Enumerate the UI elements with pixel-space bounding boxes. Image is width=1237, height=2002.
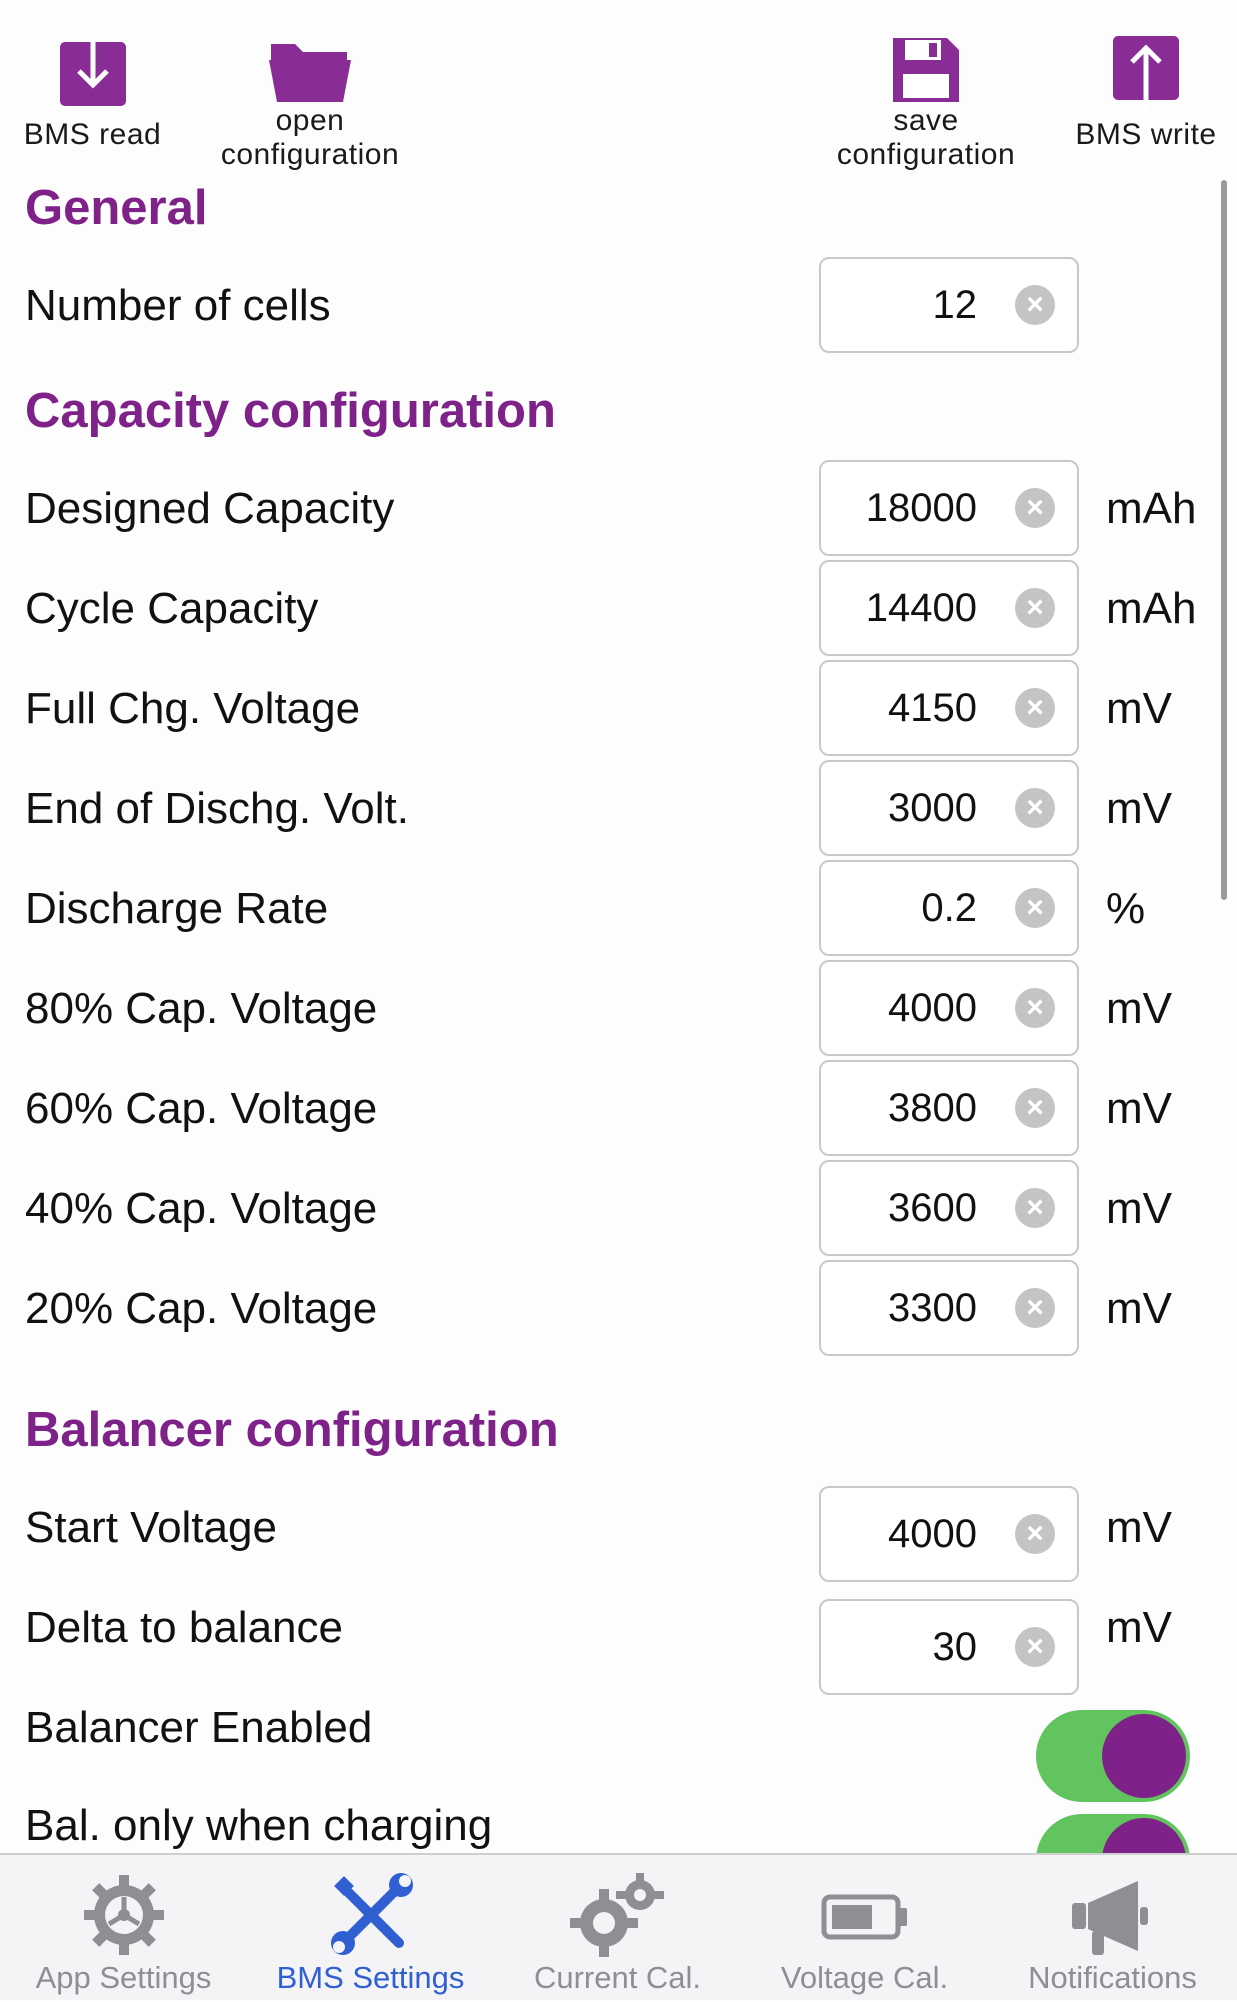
clear-icon[interactable]: × — [1015, 588, 1055, 628]
folder-icon — [269, 44, 351, 102]
clear-icon[interactable]: × — [1015, 1188, 1055, 1228]
tab-current-cal[interactable]: Current Cal. — [494, 1855, 741, 2002]
row-label-start-voltage: Start Voltage — [25, 1503, 277, 1552]
unit-label: mAh — [1106, 584, 1197, 633]
bms-write-button[interactable]: BMS write — [1066, 34, 1226, 152]
clear-icon[interactable]: × — [1015, 285, 1055, 325]
field-value: 4000 — [888, 1512, 977, 1556]
tab-label: Voltage Cal. — [780, 1960, 949, 1995]
field-value: 12 — [932, 283, 978, 327]
field-value: 3300 — [888, 1286, 977, 1330]
tab-bar: App Settings BMS Settings Current Cal. V… — [0, 1853, 1237, 2000]
row-label-60-cap-voltage: 60% Cap. Voltage — [25, 1084, 378, 1133]
field-value: 3800 — [888, 1086, 977, 1130]
tab-notifications[interactable]: Notifications — [988, 1855, 1237, 2002]
clear-icon[interactable]: × — [1015, 988, 1055, 1028]
clear-icon[interactable]: × — [1015, 1288, 1055, 1328]
cap-60-voltage-field[interactable]: 3800 × — [819, 1060, 1079, 1156]
discharge-rate-field[interactable]: 0.2 × — [819, 860, 1079, 956]
wrench-screwdriver-icon — [330, 1873, 413, 1955]
balancer-enabled-toggle[interactable] — [1036, 1710, 1190, 1802]
field-value: 30 — [932, 1625, 978, 1669]
row-label-delta-to-balance: Delta to balance — [25, 1603, 343, 1652]
section-title-balancer: Balancer configuration — [25, 1403, 559, 1457]
field-value: 0.2 — [921, 886, 977, 930]
cap-40-voltage-field[interactable]: 3600 × — [819, 1160, 1079, 1256]
tab-voltage-cal[interactable]: Voltage Cal. — [741, 1855, 988, 2002]
clear-icon[interactable]: × — [1015, 1088, 1055, 1128]
row-label-cycle-capacity: Cycle Capacity — [25, 584, 319, 633]
row-label-designed-capacity: Designed Capacity — [25, 484, 395, 533]
unit-label: mV — [1106, 1503, 1172, 1552]
unit-label: mV — [1106, 1084, 1172, 1133]
megaphone-icon — [1071, 1881, 1148, 1955]
cap-20-voltage-field[interactable]: 3300 × — [819, 1260, 1079, 1356]
unit-label: mV — [1106, 1184, 1172, 1233]
toggle-knob — [1102, 1714, 1186, 1798]
section-title-general: General — [25, 181, 208, 235]
row-label-20-cap-voltage: 20% Cap. Voltage — [25, 1284, 378, 1333]
unit-label: % — [1106, 884, 1146, 933]
row-label-80-cap-voltage: 80% Cap. Voltage — [25, 984, 378, 1033]
clear-icon[interactable]: × — [1015, 488, 1055, 528]
tab-label: BMS Settings — [276, 1960, 465, 1995]
cycle-capacity-field[interactable]: 14400 × — [819, 560, 1079, 656]
start-voltage-field[interactable]: 4000 × — [819, 1486, 1079, 1582]
floppy-disk-icon — [893, 38, 959, 102]
upload-icon — [1113, 36, 1179, 114]
field-value: 3600 — [888, 1186, 977, 1230]
end-of-dischg-volt-field[interactable]: 3000 × — [819, 760, 1079, 856]
unit-label: mAh — [1106, 484, 1197, 533]
number-of-cells-field[interactable]: 12 × — [819, 257, 1079, 353]
field-value: 3000 — [888, 786, 977, 830]
save-configuration-button[interactable]: save configuration — [816, 34, 1036, 172]
toolbar: BMS read open configuration save configu… — [0, 0, 1237, 180]
clear-icon[interactable]: × — [1015, 688, 1055, 728]
row-label-balancer-enabled: Balancer Enabled — [25, 1703, 373, 1752]
clear-icon[interactable]: × — [1015, 1627, 1055, 1667]
row-label-number-of-cells: Number of cells — [25, 281, 331, 330]
open-configuration-button[interactable]: open configuration — [200, 34, 420, 172]
tab-app-settings[interactable]: App Settings — [0, 1855, 247, 2002]
unit-label: mV — [1106, 984, 1172, 1033]
gears-icon — [569, 1873, 664, 1957]
field-value: 18000 — [865, 486, 977, 530]
battery-icon — [821, 1894, 907, 1940]
unit-label: mV — [1106, 1284, 1172, 1333]
open-configuration-label: open configuration — [220, 104, 400, 171]
clear-icon[interactable]: × — [1015, 788, 1055, 828]
bms-write-label: BMS write — [1075, 118, 1217, 151]
delta-to-balance-field[interactable]: 30 × — [819, 1599, 1079, 1695]
row-label-discharge-rate: Discharge Rate — [25, 884, 329, 933]
full-chg-voltage-field[interactable]: 4150 × — [819, 660, 1079, 756]
bms-read-label: BMS read — [23, 118, 162, 151]
row-label-full-chg-voltage: Full Chg. Voltage — [25, 684, 361, 733]
designed-capacity-field[interactable]: 18000 × — [819, 460, 1079, 556]
bms-read-button[interactable]: BMS read — [15, 34, 170, 152]
tab-bms-settings[interactable]: BMS Settings — [247, 1855, 494, 2002]
tab-label: Notifications — [1028, 1960, 1197, 1995]
tab-label: App Settings — [35, 1960, 212, 1995]
download-icon — [59, 34, 126, 106]
unit-label: mV — [1106, 1603, 1172, 1652]
clear-icon[interactable]: × — [1015, 888, 1055, 928]
row-label-end-of-dischg-volt: End of Dischg. Volt. — [25, 784, 409, 833]
field-value: 4000 — [888, 986, 977, 1030]
cap-80-voltage-field[interactable]: 4000 × — [819, 960, 1079, 1056]
row-label-bal-only-when-charging: Bal. only when charging — [25, 1801, 493, 1850]
field-value: 14400 — [865, 586, 977, 630]
unit-label: mV — [1106, 684, 1172, 733]
gear-icon — [83, 1875, 164, 1955]
save-configuration-label: save configuration — [836, 104, 1016, 171]
field-value: 4150 — [888, 686, 977, 730]
tab-label: Current Cal. — [533, 1960, 702, 1995]
unit-label: mV — [1106, 784, 1172, 833]
section-title-capacity: Capacity configuration — [25, 384, 556, 438]
clear-icon[interactable]: × — [1015, 1514, 1055, 1554]
row-label-40-cap-voltage: 40% Cap. Voltage — [25, 1184, 378, 1233]
scrollbar[interactable] — [1221, 180, 1227, 900]
